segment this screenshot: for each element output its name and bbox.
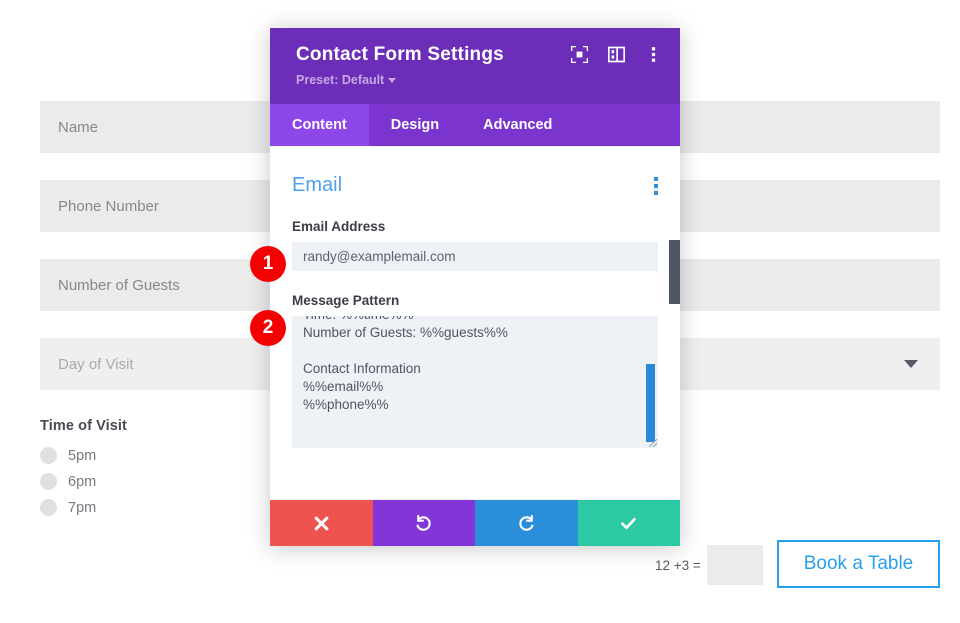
textarea-scrollbar[interactable]	[646, 316, 655, 448]
body-top-divider	[270, 146, 680, 147]
callout-badge-1: 1	[250, 246, 286, 282]
radio-option-6pm[interactable]: 6pm	[40, 473, 127, 490]
modal-footer	[270, 500, 680, 546]
textarea-resize-handle[interactable]	[649, 439, 657, 447]
email-section-title: Email	[292, 174, 342, 197]
check-icon	[619, 514, 638, 533]
radio-option-7pm-label: 7pm	[68, 500, 96, 516]
preset-selector[interactable]: Preset: Default	[296, 73, 396, 87]
chevron-down-icon	[388, 78, 396, 83]
email-address-input[interactable]	[292, 242, 658, 271]
captcha: 12 +3 =	[655, 545, 763, 585]
redo-button[interactable]	[475, 500, 578, 546]
book-a-table-button[interactable]: Book a Table	[777, 540, 940, 588]
radio-circle-icon	[40, 447, 57, 464]
field-day-of-visit-placeholder: Day of Visit	[58, 356, 134, 373]
field-number-of-guests-placeholder: Number of Guests	[58, 277, 180, 294]
focus-icon[interactable]	[571, 46, 588, 63]
undo-icon	[414, 514, 433, 533]
field-phone-number-placeholder: Phone Number	[58, 198, 159, 215]
save-button[interactable]	[578, 500, 681, 546]
time-of-visit-group: Time of Visit 5pm 6pm 7pm	[40, 418, 127, 525]
radio-option-6pm-label: 6pm	[68, 474, 96, 490]
panel-layout-icon[interactable]	[608, 46, 625, 63]
message-pattern-textarea[interactable]: Time: %%time%% Number of Guests: %%guest…	[292, 316, 658, 448]
radio-circle-icon	[40, 473, 57, 490]
redo-icon	[517, 514, 536, 533]
tab-advanced[interactable]: Advanced	[461, 104, 574, 146]
radio-option-7pm[interactable]: 7pm	[40, 499, 127, 516]
textarea-scrollbar-thumb[interactable]	[646, 364, 655, 442]
undo-button[interactable]	[373, 500, 476, 546]
message-pattern-text: Time: %%time%% Number of Guests: %%guest…	[303, 316, 638, 414]
captcha-input[interactable]	[707, 545, 763, 585]
modal-header-icons	[571, 46, 662, 63]
modal-header: Contact Form Settings Preset: Default	[270, 28, 680, 104]
preset-label: Preset: Default	[296, 73, 384, 87]
field-name-placeholder: Name	[58, 119, 98, 136]
time-of-visit-title: Time of Visit	[40, 418, 127, 434]
radio-option-5pm-label: 5pm	[68, 448, 96, 464]
callout-badge-2: 2	[250, 310, 286, 346]
message-pattern-label: Message Pattern	[292, 293, 658, 308]
email-address-label: Email Address	[292, 219, 658, 234]
tab-content[interactable]: Content	[270, 104, 369, 146]
modal-body: Email Email Address Message Pattern Time…	[270, 146, 680, 499]
tab-design[interactable]: Design	[369, 104, 461, 146]
radio-option-5pm[interactable]: 5pm	[40, 447, 127, 464]
contact-form-settings-modal: Contact Form Settings Preset: Default	[270, 28, 680, 546]
kebab-menu-icon[interactable]	[645, 46, 662, 63]
close-icon	[313, 515, 330, 532]
captcha-question: 12 +3 =	[655, 558, 701, 573]
cancel-button[interactable]	[270, 500, 373, 546]
kebab-menu-icon[interactable]	[654, 177, 658, 195]
email-section-header: Email	[292, 174, 658, 197]
modal-scrollbar-thumb[interactable]	[669, 240, 680, 304]
chevron-down-icon	[904, 360, 918, 368]
modal-tabs: Content Design Advanced	[270, 104, 680, 146]
radio-circle-icon	[40, 499, 57, 516]
